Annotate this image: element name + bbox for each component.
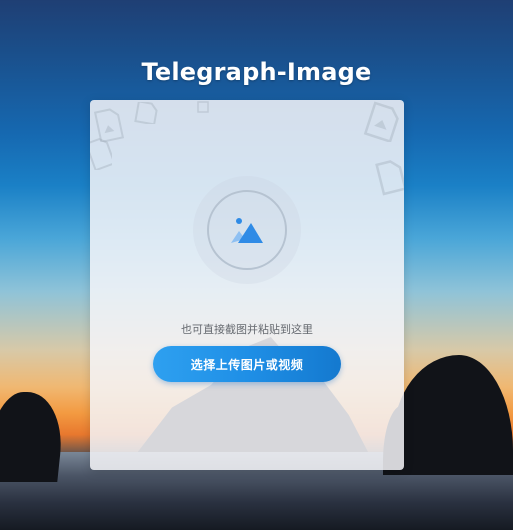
- file-image-icon: [197, 101, 209, 113]
- background-rock: [393, 355, 513, 475]
- background-rock: [0, 392, 67, 482]
- upload-card[interactable]: 也可直接截图并粘贴到这里 选择上传图片或视频: [90, 100, 404, 470]
- select-upload-button[interactable]: 选择上传图片或视频: [153, 346, 341, 382]
- file-image-icon: [363, 101, 399, 142]
- page-background: Telegraph-Image 也可直接截图并粘贴到这里 选择上传图片或视频: [0, 0, 513, 530]
- paste-hint-text: 也可直接截图并粘贴到这里: [181, 323, 313, 336]
- file-image-icon: [90, 137, 112, 170]
- page-title: Telegraph-Image: [141, 58, 372, 86]
- file-image-icon: [134, 102, 158, 124]
- file-image-icon: [375, 160, 404, 196]
- image-upload-icon: [231, 218, 263, 243]
